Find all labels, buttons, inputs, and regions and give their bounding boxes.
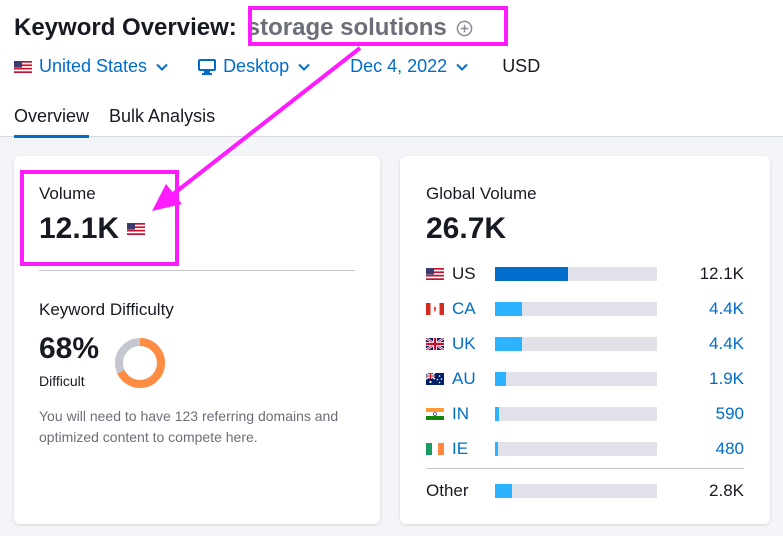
global-volume-value: 26.7K: [426, 212, 507, 245]
country-bar-track: [495, 302, 657, 316]
country-bar-fill: [495, 407, 500, 421]
keyword-difficulty-label: Keyword Difficulty: [39, 300, 174, 319]
country-bar-fill: [495, 267, 568, 281]
country-bar-track: [495, 484, 657, 498]
country-code: AU: [452, 369, 476, 388]
country-row-other: Other 2.8K: [426, 481, 746, 501]
country-bar-fill: [495, 372, 507, 386]
currency-label: USD: [502, 56, 541, 76]
country-volume: 480: [715, 439, 744, 458]
country-code: IE: [452, 439, 469, 458]
tab-bulk-analysis[interactable]: Bulk Analysis: [109, 106, 215, 138]
country-row-ca[interactable]: CA 4.4K: [426, 299, 746, 319]
in-flag-icon: [426, 408, 444, 420]
country-label: United States: [39, 56, 148, 76]
uk-flag-icon: [426, 338, 444, 350]
other-volume: 2.8K: [709, 481, 744, 500]
device-dropdown[interactable]: Desktop: [198, 56, 310, 77]
country-volume: 590: [715, 404, 744, 423]
country-code: CA: [452, 299, 476, 318]
global-volume-card: Global Volume 26.7K US 12.1K CA 4.4K UK …: [400, 156, 770, 524]
country-row-au[interactable]: AU 1.9K: [426, 369, 746, 389]
us-flag-icon: [14, 60, 32, 73]
country-row-in[interactable]: IN 590: [426, 404, 746, 424]
date-label: Dec 4, 2022: [350, 56, 448, 76]
country-code: IN: [452, 404, 469, 423]
country-bar-fill: [495, 337, 522, 351]
chevron-down-icon: [456, 63, 468, 71]
country-volume: 12.1K: [699, 264, 744, 283]
difficulty-donut-chart: [115, 338, 165, 388]
au-flag-icon: [426, 373, 444, 385]
filter-bar: United States Desktop Dec 4, 2022 USD: [14, 56, 540, 77]
country-row-us[interactable]: US 12.1K: [426, 264, 746, 284]
global-volume-label: Global Volume: [426, 184, 537, 203]
country-bar-fill: [495, 442, 499, 456]
desktop-icon: [198, 58, 217, 75]
other-label: Other: [426, 481, 469, 500]
country-bar-track: [495, 442, 657, 456]
country-code: UK: [452, 334, 476, 353]
ca-flag-icon: [426, 303, 444, 315]
country-bar-track: [495, 267, 657, 281]
country-dropdown[interactable]: United States: [14, 56, 168, 77]
chevron-down-icon: [156, 63, 168, 71]
ie-flag-icon: [426, 443, 444, 455]
keyword-highlight-box: [248, 6, 508, 46]
keyword-difficulty-value: 68%: [39, 332, 100, 365]
country-bar-track: [495, 407, 657, 421]
country-row-ie[interactable]: IE 480: [426, 439, 746, 459]
card-divider: [39, 270, 355, 271]
volume-difficulty-card: Volume 12.1K Keyword Difficulty 68% Diff…: [14, 156, 380, 524]
country-bar-fill: [495, 484, 512, 498]
country-volume: 1.9K: [709, 369, 744, 388]
date-dropdown[interactable]: Dec 4, 2022: [350, 56, 468, 77]
keyword-difficulty-description: You will need to have 123 referring doma…: [39, 408, 339, 445]
country-row-uk[interactable]: UK 4.4K: [426, 334, 746, 354]
keyword-overview-header: Keyword Overview: storage solutions Unit…: [0, 0, 783, 138]
tab-overview[interactable]: Overview: [14, 106, 90, 138]
keyword-difficulty-level: Difficult: [39, 373, 85, 389]
tab-bar: Overview Bulk Analysis: [14, 106, 235, 138]
us-flag-icon: [426, 268, 444, 280]
volume-highlight-box: [20, 170, 179, 266]
country-bar-track: [495, 337, 657, 351]
country-bar-track: [495, 372, 657, 386]
country-volume: 4.4K: [709, 299, 744, 318]
page-title-prefix: Keyword Overview:: [14, 14, 237, 41]
country-volume: 4.4K: [709, 334, 744, 353]
chevron-down-icon: [298, 63, 310, 71]
device-label: Desktop: [223, 56, 290, 76]
country-code: US: [452, 264, 476, 283]
country-bar-fill: [495, 302, 522, 316]
other-divider: [426, 468, 744, 469]
